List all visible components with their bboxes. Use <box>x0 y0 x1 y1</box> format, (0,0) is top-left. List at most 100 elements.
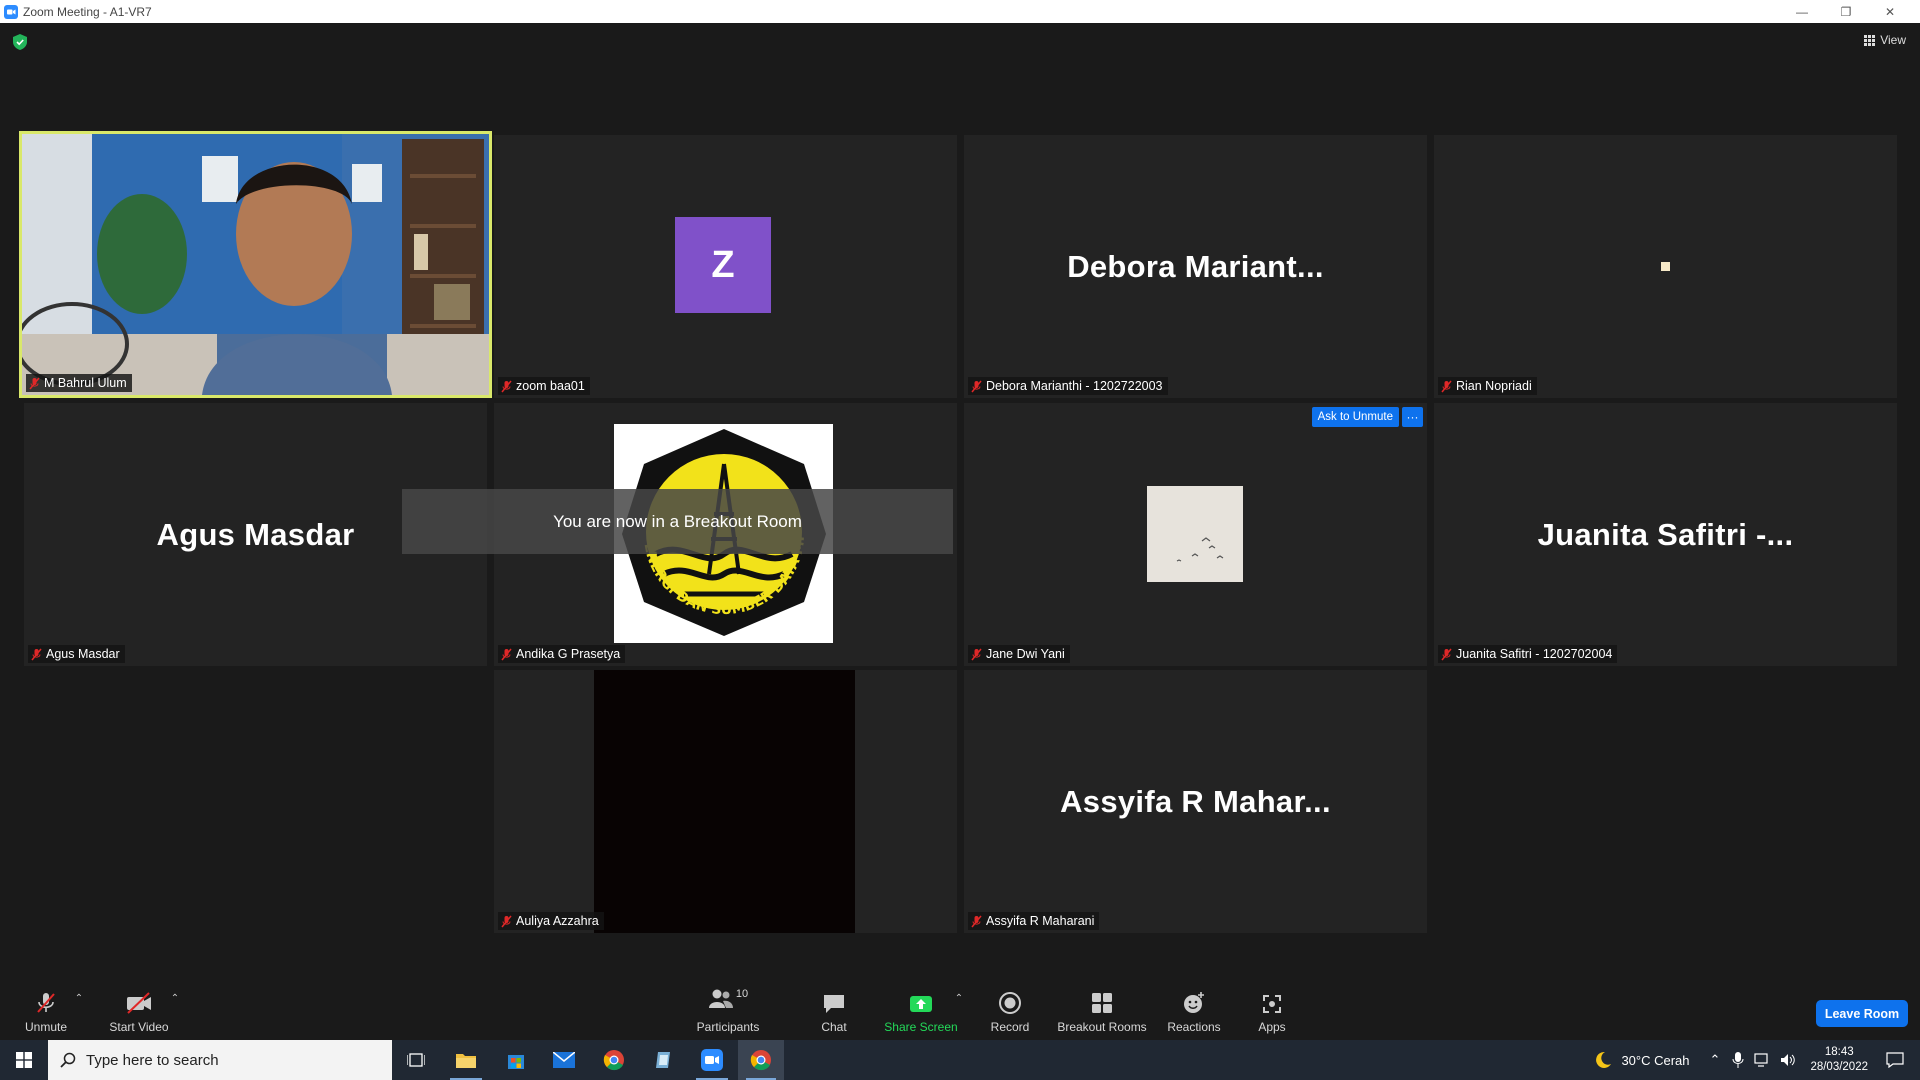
chat-button[interactable]: Chat <box>804 977 864 1040</box>
weather-text[interactable]: 30°C Cerah <box>1621 1053 1689 1068</box>
windows-logo-icon <box>16 1052 32 1068</box>
muted-mic-icon <box>501 915 512 927</box>
close-button[interactable]: ✕ <box>1868 0 1912 23</box>
muted-mic-icon <box>31 648 42 660</box>
taskbar-zoom[interactable] <box>688 1040 736 1080</box>
taskbar-chrome-active[interactable] <box>738 1040 784 1080</box>
participant-name: Juanita Safitri - 1202702004 <box>1456 647 1613 661</box>
clock-time: 18:43 <box>1824 1046 1854 1058</box>
microphone-icon[interactable] <box>1732 1052 1744 1068</box>
chat-label: Chat <box>821 1020 847 1034</box>
taskbar-clock[interactable]: 18:43 28/03/2022 <box>1810 1045 1868 1075</box>
volume-icon[interactable] <box>1780 1053 1796 1067</box>
muted-mic-icon <box>971 915 982 927</box>
apps-button[interactable]: Apps <box>1246 977 1298 1040</box>
profile-picture <box>1147 486 1243 582</box>
participant-nametag: zoom baa01 <box>498 377 590 395</box>
close-icon: ✕ <box>1884 4 1896 19</box>
muted-mic-icon <box>971 380 982 392</box>
reactions-button[interactable]: Reactions <box>1162 977 1226 1040</box>
chrome-icon <box>603 1050 624 1071</box>
restore-button[interactable]: ❐ <box>1824 0 1868 23</box>
participant-video-feed <box>594 670 855 933</box>
participant-tile-name[interactable]: Juanita Safitri -... Juanita Safitri - 1… <box>1434 403 1897 666</box>
participant-tile-name[interactable]: Debora Mariant... Debora Marianthi - 120… <box>964 135 1427 398</box>
participant-name: Jane Dwi Yani <box>986 647 1065 661</box>
network-icon[interactable] <box>1754 1053 1770 1067</box>
windows-taskbar: Type here to search 30°C Cerah ⌃ 18:43 2… <box>0 1040 1920 1080</box>
participant-nametag: Agus Masdar <box>28 645 125 663</box>
participant-name: Auliya Azzahra <box>516 914 599 928</box>
chevron-up-icon[interactable]: ⌃ <box>1710 1052 1721 1068</box>
participant-nametag: Rian Nopriadi <box>1438 377 1537 395</box>
search-placeholder: Type here to search <box>86 1051 219 1069</box>
participant-name: M Bahrul Ulum <box>44 376 127 390</box>
meeting-toolbar: Unmute ⌃ Start Video ⌃ 10 Participants C… <box>0 977 1920 1040</box>
record-button[interactable]: Record <box>980 977 1040 1040</box>
chat-icon <box>824 995 844 1013</box>
participants-count: 10 <box>735 988 749 1000</box>
ask-to-unmute-button[interactable]: Ask to Unmute <box>1311 407 1399 427</box>
clock-date: 28/03/2022 <box>1810 1061 1868 1073</box>
breakout-rooms-button[interactable]: Breakout Rooms <box>1054 977 1150 1040</box>
minimize-button[interactable]: — <box>1780 0 1824 23</box>
participant-nametag: Juanita Safitri - 1202702004 <box>1438 645 1618 663</box>
window-title: Zoom Meeting - A1-VR7 <box>23 4 152 19</box>
share-screen-label: Share Screen <box>884 1020 958 1034</box>
breakout-rooms-icon <box>1092 993 1112 1013</box>
participant-tile-video[interactable]: M Bahrul Ulum <box>19 131 492 398</box>
participant-name: Rian Nopriadi <box>1456 379 1532 393</box>
reactions-icon <box>1184 992 1204 1013</box>
participants-button[interactable]: 10 Participants <box>690 977 766 1040</box>
taskbar-chrome[interactable] <box>590 1040 638 1080</box>
zoom-app-icon <box>4 4 18 19</box>
start-button[interactable] <box>0 1040 48 1080</box>
participant-tile-image[interactable]: Rian Nopriadi <box>1434 135 1897 398</box>
muted-mic-icon <box>971 648 982 660</box>
profile-picture <box>1661 262 1670 271</box>
participant-nametag: Auliya Azzahra <box>498 912 604 930</box>
muted-mic-icon <box>37 993 55 1013</box>
participant-display-name: Juanita Safitri -... <box>1537 516 1794 552</box>
share-options-caret[interactable]: ⌃ <box>952 977 966 1040</box>
share-screen-icon <box>910 996 932 1012</box>
muted-mic-icon <box>1441 648 1452 660</box>
caret-up-icon: ⌃ <box>74 993 84 1004</box>
app-icon <box>656 1052 670 1068</box>
chrome-icon <box>750 1050 771 1071</box>
unmute-button[interactable]: Unmute <box>20 977 72 1040</box>
participant-tile-avatar[interactable]: Z zoom baa01 <box>494 135 957 398</box>
video-options-caret[interactable]: ⌃ <box>168 977 182 1040</box>
muted-mic-icon <box>29 377 40 389</box>
muted-mic-icon <box>501 380 512 392</box>
video-off-icon <box>127 992 151 1014</box>
participant-nametag: Debora Marianthi - 1202722003 <box>968 377 1168 395</box>
participants-icon <box>708 989 733 1008</box>
caret-up-icon: ⌃ <box>170 993 180 1004</box>
share-screen-button[interactable]: Share Screen <box>882 977 960 1040</box>
view-button[interactable]: View <box>1864 33 1906 47</box>
taskbar-task-view[interactable] <box>392 1040 440 1080</box>
encryption-shield-icon[interactable] <box>13 34 27 50</box>
breakout-rooms-label: Breakout Rooms <box>1057 1020 1147 1034</box>
taskbar-file-explorer[interactable] <box>442 1040 490 1080</box>
audio-options-caret[interactable]: ⌃ <box>72 977 86 1040</box>
view-label: View <box>1880 33 1906 47</box>
apps-label: Apps <box>1258 1020 1286 1034</box>
taskbar-mail[interactable] <box>540 1040 588 1080</box>
breakout-room-notification: You are now in a Breakout Room <box>402 489 953 554</box>
taskbar-app[interactable] <box>640 1040 688 1080</box>
participant-tile-video[interactable]: Auliya Azzahra <box>494 670 957 933</box>
meeting-area: View M Bahrul Ulum Z zoom baa01 Debora M… <box>0 23 1920 1040</box>
participant-name: Agus Masdar <box>46 647 120 661</box>
participant-tile-name[interactable]: Assyifa R Mahar... Assyifa R Maharani <box>964 670 1427 933</box>
leave-room-button[interactable]: Leave Room <box>1816 1000 1908 1027</box>
taskbar-search-box[interactable]: Type here to search <box>48 1040 392 1080</box>
store-icon <box>508 1055 524 1069</box>
taskbar-store[interactable] <box>492 1040 540 1080</box>
participant-tile-photo[interactable]: Ask to Unmute ··· Jane Dwi Yani <box>964 403 1427 666</box>
start-video-button[interactable]: Start Video <box>104 977 174 1040</box>
more-options-button[interactable]: ··· <box>1402 407 1423 427</box>
notifications-icon[interactable] <box>1886 1052 1904 1068</box>
mail-icon <box>553 1052 575 1068</box>
